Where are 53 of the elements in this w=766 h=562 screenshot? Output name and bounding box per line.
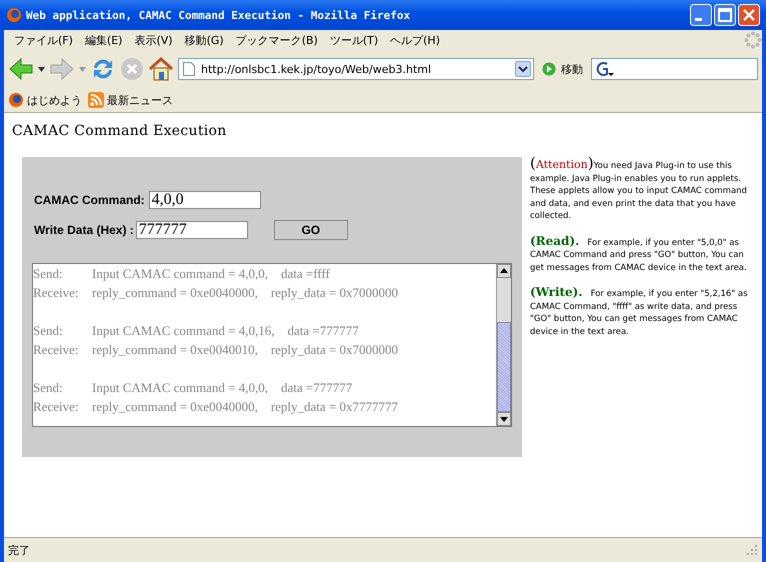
menu-item[interactable]: 表示(V) (128, 32, 179, 48)
scroll-thumb[interactable] (497, 322, 511, 412)
browser-logo-icon (6, 7, 22, 23)
page-heading: CAMAC Command Execution (12, 123, 228, 139)
menu-item[interactable]: 編集(E) (78, 32, 128, 48)
bookmark-item[interactable]: 最新ニュース (88, 92, 173, 108)
resize-grip-icon (746, 544, 758, 556)
back-arrow-icon[interactable] (8, 57, 34, 81)
note-paragraph: (Read). For example, if you enter "5,0,0" as CAMAC Command and press "GO" button, You can get messages from CAMAC device in the text area. (530, 234, 748, 274)
log-label: Receive: (33, 341, 80, 359)
minimize-icon[interactable] (690, 4, 712, 26)
menu-item[interactable]: ブックマーク(B) (230, 32, 324, 48)
throbber-icon (744, 31, 762, 49)
search-field[interactable] (591, 58, 758, 80)
feed-icon (88, 92, 104, 108)
log-label: Receive: (33, 284, 80, 302)
dropdown-icon[interactable] (515, 61, 531, 77)
browser-logo-icon (8, 92, 24, 108)
log-label: Send: (33, 379, 64, 397)
log-message: Input CAMAC command = 4,0,16, data =777777 (92, 322, 359, 340)
input-field[interactable]: 4,0,0 (148, 191, 261, 209)
bookmark-item[interactable]: はじめよう (8, 92, 82, 108)
search-engine-icon[interactable] (595, 61, 615, 77)
menu-item[interactable]: 移動(G) (178, 32, 230, 48)
go-button[interactable]: 移動 (538, 62, 587, 76)
window-title: Web application, CAMAC Command Execution - Mozilla Firefox (26, 8, 412, 22)
log-label: Send: (33, 265, 64, 283)
status-text: 完了 (8, 542, 30, 558)
log-message: Input CAMAC command = 4,0,0, data =ffff (92, 265, 330, 283)
input-field[interactable]: 777777 (136, 221, 248, 239)
note-paragraph: (Write). For example, if you enter "5,2,16" as CAMAC Command, "ffff" as write data, and press "GO" button, You can get messages from CAMAC device in the text area. (530, 286, 749, 338)
dropdown-caret-icon[interactable] (38, 66, 45, 72)
note-paragraph: (Attention)You need Java Plug-in to use this example. Java Plug-in enables you to run applets. These applets allow you to input CAMAC command and data, and even print the data that you have collected. (530, 157, 748, 222)
address-field[interactable]: http://onlsbc1.kek.jp/toyo/Web/web3.html (178, 58, 534, 80)
menu-item[interactable]: ヘルプ(H) (384, 32, 446, 48)
log-message: reply_command = 0xe0040000, reply_data = 0x7777777 (92, 398, 398, 416)
scroll-down-icon[interactable] (497, 412, 511, 426)
scrollbar[interactable] (496, 264, 511, 426)
log-label: Receive: (33, 398, 80, 416)
scroll-up-icon[interactable] (497, 264, 511, 278)
field-label: CAMAC Command: (33, 193, 146, 207)
page-icon (183, 62, 195, 76)
close-icon[interactable] (738, 4, 760, 26)
log-message: Input CAMAC command = 4,0,0, data =777777 (92, 379, 352, 397)
log-message: reply_command = 0xe0040000, reply_data = 0x7000000 (92, 284, 398, 302)
log-label: Send: (33, 322, 64, 340)
maximize-icon[interactable] (714, 4, 736, 26)
field-label: Write Data (Hex) : (33, 223, 135, 237)
menu-item[interactable]: ファイル(F) (8, 32, 79, 48)
home-icon[interactable] (148, 56, 174, 82)
log-message: reply_command = 0xe0040010, reply_data = 0x7000000 (92, 341, 398, 359)
menu-item[interactable]: ツール(T) (324, 32, 384, 48)
go-button[interactable]: GO (274, 220, 348, 240)
